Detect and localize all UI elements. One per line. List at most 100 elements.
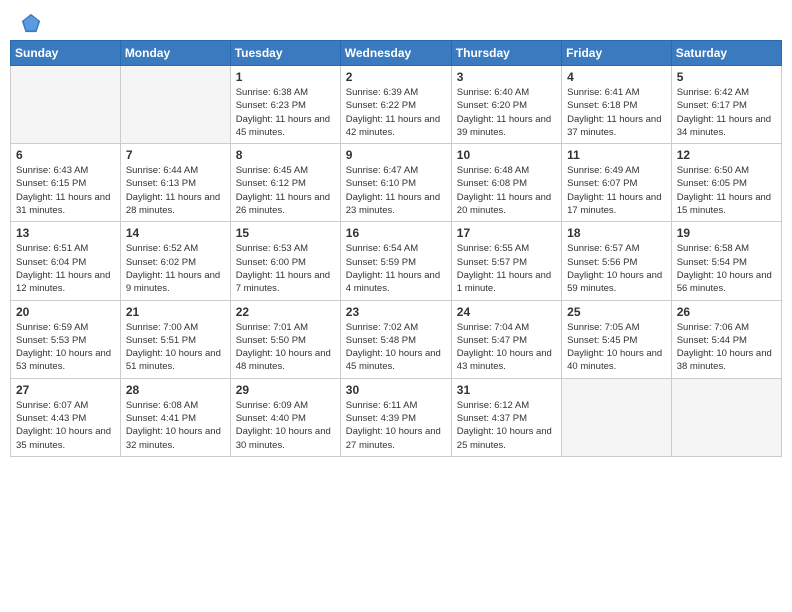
- day-number: 6: [16, 148, 115, 162]
- day-info: Sunrise: 6:57 AM Sunset: 5:56 PM Dayligh…: [567, 242, 666, 295]
- calendar-cell: 21 Sunrise: 7:00 AM Sunset: 5:51 PM Dayli…: [120, 300, 230, 378]
- calendar-cell: 18 Sunrise: 6:57 AM Sunset: 5:56 PM Dayli…: [562, 222, 672, 300]
- day-number: 23: [346, 305, 446, 319]
- calendar-cell: 8Sunrise: 6:45 AM Sunset: 6:12 PM Daylig…: [230, 144, 340, 222]
- day-info: Sunrise: 6:54 AM Sunset: 5:59 PM Dayligh…: [346, 242, 446, 295]
- day-number: 9: [346, 148, 446, 162]
- calendar-cell: 22 Sunrise: 7:01 AM Sunset: 5:50 PM Dayli…: [230, 300, 340, 378]
- day-number: 18: [567, 226, 666, 240]
- day-info: Sunrise: 7:04 AM Sunset: 5:47 PM Dayligh…: [457, 321, 556, 374]
- col-thursday: Thursday: [451, 41, 561, 66]
- calendar-cell: 9 Sunrise: 6:47 AM Sunset: 6:10 PM Daylig…: [340, 144, 451, 222]
- calendar-cell: 19Sunrise: 6:58 AM Sunset: 5:54 PM Dayli…: [671, 222, 781, 300]
- calendar-week-row: 27 Sunrise: 6:07 AM Sunset: 4:43 PM Dayli…: [11, 378, 782, 456]
- day-number: 14: [126, 226, 225, 240]
- day-info: Sunrise: 6:48 AM Sunset: 6:08 PM Dayligh…: [457, 164, 556, 217]
- col-friday: Friday: [562, 41, 672, 66]
- day-number: 25: [567, 305, 666, 319]
- day-number: 15: [236, 226, 335, 240]
- day-number: 20: [16, 305, 115, 319]
- calendar-cell: 27 Sunrise: 6:07 AM Sunset: 4:43 PM Dayli…: [11, 378, 121, 456]
- calendar-table: Sunday Monday Tuesday Wednesday Thursday…: [10, 40, 782, 457]
- calendar-wrapper: Sunday Monday Tuesday Wednesday Thursday…: [0, 40, 792, 467]
- day-info: Sunrise: 6:08 AM Sunset: 4:41 PM Dayligh…: [126, 399, 225, 452]
- day-info: Sunrise: 7:05 AM Sunset: 5:45 PM Dayligh…: [567, 321, 666, 374]
- day-info: Sunrise: 6:49 AM Sunset: 6:07 PM Dayligh…: [567, 164, 666, 217]
- calendar-cell: 15 Sunrise: 6:53 AM Sunset: 6:00 PM Dayli…: [230, 222, 340, 300]
- day-info: Sunrise: 6:47 AM Sunset: 6:10 PM Dayligh…: [346, 164, 446, 217]
- calendar-cell: 5 Sunrise: 6:42 AM Sunset: 6:17 PM Daylig…: [671, 66, 781, 144]
- calendar-cell: 16 Sunrise: 6:54 AM Sunset: 5:59 PM Dayli…: [340, 222, 451, 300]
- calendar-cell: 17 Sunrise: 6:55 AM Sunset: 5:57 PM Dayli…: [451, 222, 561, 300]
- calendar-cell: [671, 378, 781, 456]
- day-number: 5: [677, 70, 776, 84]
- day-number: 21: [126, 305, 225, 319]
- calendar-cell: 2Sunrise: 6:39 AM Sunset: 6:22 PM Daylig…: [340, 66, 451, 144]
- day-info: Sunrise: 7:02 AM Sunset: 5:48 PM Dayligh…: [346, 321, 446, 374]
- day-info: Sunrise: 6:07 AM Sunset: 4:43 PM Dayligh…: [16, 399, 115, 452]
- calendar-cell: 20 Sunrise: 6:59 AM Sunset: 5:53 PM Dayli…: [11, 300, 121, 378]
- calendar-cell: 1 Sunrise: 6:38 AM Sunset: 6:23 PM Daylig…: [230, 66, 340, 144]
- day-number: 30: [346, 383, 446, 397]
- day-number: 24: [457, 305, 556, 319]
- day-info: Sunrise: 6:53 AM Sunset: 6:00 PM Dayligh…: [236, 242, 335, 295]
- day-info: Sunrise: 7:06 AM Sunset: 5:44 PM Dayligh…: [677, 321, 776, 374]
- calendar-cell: 31Sunrise: 6:12 AM Sunset: 4:37 PM Dayli…: [451, 378, 561, 456]
- day-number: 22: [236, 305, 335, 319]
- col-sunday: Sunday: [11, 41, 121, 66]
- calendar-cell: [562, 378, 672, 456]
- day-number: 19: [677, 226, 776, 240]
- calendar-cell: 13 Sunrise: 6:51 AM Sunset: 6:04 PM Dayli…: [11, 222, 121, 300]
- day-info: Sunrise: 6:44 AM Sunset: 6:13 PM Dayligh…: [126, 164, 225, 217]
- logo-icon: [20, 12, 42, 34]
- day-info: Sunrise: 6:38 AM Sunset: 6:23 PM Dayligh…: [236, 86, 335, 139]
- day-info: Sunrise: 6:39 AM Sunset: 6:22 PM Dayligh…: [346, 86, 446, 139]
- calendar-cell: 10Sunrise: 6:48 AM Sunset: 6:08 PM Dayli…: [451, 144, 561, 222]
- day-info: Sunrise: 6:42 AM Sunset: 6:17 PM Dayligh…: [677, 86, 776, 139]
- calendar-cell: 12Sunrise: 6:50 AM Sunset: 6:05 PM Dayli…: [671, 144, 781, 222]
- col-tuesday: Tuesday: [230, 41, 340, 66]
- calendar-cell: 30 Sunrise: 6:11 AM Sunset: 4:39 PM Dayli…: [340, 378, 451, 456]
- day-info: Sunrise: 6:41 AM Sunset: 6:18 PM Dayligh…: [567, 86, 666, 139]
- day-info: Sunrise: 6:40 AM Sunset: 6:20 PM Dayligh…: [457, 86, 556, 139]
- calendar-cell: 14 Sunrise: 6:52 AM Sunset: 6:02 PM Dayli…: [120, 222, 230, 300]
- day-info: Sunrise: 6:55 AM Sunset: 5:57 PM Dayligh…: [457, 242, 556, 295]
- day-info: Sunrise: 7:00 AM Sunset: 5:51 PM Dayligh…: [126, 321, 225, 374]
- calendar-cell: 4 Sunrise: 6:41 AM Sunset: 6:18 PM Daylig…: [562, 66, 672, 144]
- calendar-cell: 11 Sunrise: 6:49 AM Sunset: 6:07 PM Dayli…: [562, 144, 672, 222]
- calendar-cell: 24 Sunrise: 7:04 AM Sunset: 5:47 PM Dayli…: [451, 300, 561, 378]
- day-info: Sunrise: 6:52 AM Sunset: 6:02 PM Dayligh…: [126, 242, 225, 295]
- col-saturday: Saturday: [671, 41, 781, 66]
- day-info: Sunrise: 7:01 AM Sunset: 5:50 PM Dayligh…: [236, 321, 335, 374]
- day-number: 3: [457, 70, 556, 84]
- page: Sunday Monday Tuesday Wednesday Thursday…: [0, 0, 792, 612]
- day-number: 4: [567, 70, 666, 84]
- calendar-cell: 3 Sunrise: 6:40 AM Sunset: 6:20 PM Daylig…: [451, 66, 561, 144]
- day-number: 16: [346, 226, 446, 240]
- day-info: Sunrise: 6:43 AM Sunset: 6:15 PM Dayligh…: [16, 164, 115, 217]
- day-number: 13: [16, 226, 115, 240]
- day-number: 11: [567, 148, 666, 162]
- calendar-week-row: 6 Sunrise: 6:43 AM Sunset: 6:15 PM Daylig…: [11, 144, 782, 222]
- day-info: Sunrise: 6:11 AM Sunset: 4:39 PM Dayligh…: [346, 399, 446, 452]
- day-number: 27: [16, 383, 115, 397]
- calendar-cell: 28Sunrise: 6:08 AM Sunset: 4:41 PM Dayli…: [120, 378, 230, 456]
- calendar-header-row: Sunday Monday Tuesday Wednesday Thursday…: [11, 41, 782, 66]
- day-info: Sunrise: 6:59 AM Sunset: 5:53 PM Dayligh…: [16, 321, 115, 374]
- day-info: Sunrise: 6:09 AM Sunset: 4:40 PM Dayligh…: [236, 399, 335, 452]
- calendar-week-row: 13 Sunrise: 6:51 AM Sunset: 6:04 PM Dayli…: [11, 222, 782, 300]
- day-info: Sunrise: 6:51 AM Sunset: 6:04 PM Dayligh…: [16, 242, 115, 295]
- day-number: 1: [236, 70, 335, 84]
- calendar-cell: 23 Sunrise: 7:02 AM Sunset: 5:48 PM Dayli…: [340, 300, 451, 378]
- day-number: 26: [677, 305, 776, 319]
- logo: [18, 12, 42, 34]
- day-number: 7: [126, 148, 225, 162]
- calendar-cell: [11, 66, 121, 144]
- col-wednesday: Wednesday: [340, 41, 451, 66]
- day-number: 12: [677, 148, 776, 162]
- day-number: 17: [457, 226, 556, 240]
- calendar-week-row: 20 Sunrise: 6:59 AM Sunset: 5:53 PM Dayli…: [11, 300, 782, 378]
- calendar-cell: [120, 66, 230, 144]
- calendar-cell: 29Sunrise: 6:09 AM Sunset: 4:40 PM Dayli…: [230, 378, 340, 456]
- calendar-cell: 25 Sunrise: 7:05 AM Sunset: 5:45 PM Dayli…: [562, 300, 672, 378]
